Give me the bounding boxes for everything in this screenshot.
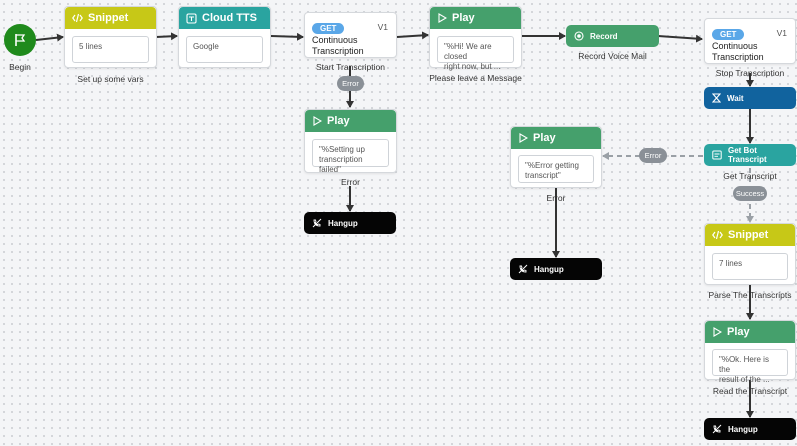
play-node-read-transcript[interactable]: Play "%Ok. Here is the result of the ... [704,320,796,384]
play-title: Play [327,115,350,127]
play-body-line-2: transcript" [525,171,561,180]
play-body-line-1: "%Hi! We are closed [444,42,492,61]
continuous-transcription-start-node[interactable]: GET V1 Continuous Transcription [304,12,397,58]
snippet-header: Snippet [705,224,795,246]
stop-transcription-caption: Stop Transcription [715,68,785,78]
title-line-1: Continuous [312,35,358,45]
wait-node[interactable]: Wait [704,87,796,109]
record-icon [574,31,584,41]
http-method-badge: GET [712,29,745,40]
get-bot-transcript-title: Get Bot Transcript [728,146,767,164]
transcript-icon [712,150,722,160]
node-title: Continuous Transcription [312,35,364,57]
hangup-icon [712,424,722,434]
play-header: Play [430,7,521,29]
play-title: Play [727,326,750,338]
edge-get1-play [396,31,429,40]
hangup-title: Hangup [534,264,564,274]
cloud-tts-title: Cloud TTS [202,12,257,24]
snippet-title: Snippet [728,229,769,241]
hangup-title: Hangup [328,218,358,228]
read-transcript-caption: Read the Transcript [712,386,788,396]
snippet-body: 7 lines [712,253,788,280]
edge-record-get2 [657,34,703,43]
edge-begin-snippet [35,33,64,42]
error-caption: Error [546,193,566,203]
success-badge: Success [733,186,767,201]
parse-caption: Parse The Transcripts [708,290,792,300]
error-badge: Error [639,148,667,163]
play-node-setup-error[interactable]: Play "%Setting up transcription failed" [304,109,397,174]
hangup-node[interactable]: Hangup [704,418,796,440]
play-body-line-1: "%Setting up [319,145,365,154]
play-header: Play [511,127,601,149]
flag-icon [15,34,26,46]
record-title: Record [590,31,618,41]
snippet-body: 5 lines [72,36,149,63]
hourglass-icon [712,93,721,103]
play-body-line-2: right now, but ... [444,62,501,71]
snippet-caption: Set up some vars [77,74,144,84]
record-caption: Record Voice Mail [578,51,647,61]
play-header: Play [705,321,795,343]
play-icon [518,133,528,143]
play-title: Play [533,132,556,144]
record-node[interactable]: Record [566,25,659,47]
code-icon [72,13,83,23]
play-body: "%Error getting transcript" [518,155,594,183]
play-icon [437,13,447,23]
play-body: "%Setting up transcription failed" [312,139,389,174]
play-caption: Please leave a Message [429,73,522,83]
tts-icon [186,12,197,24]
cloud-tts-node[interactable]: Cloud TTS Google [178,6,271,68]
hangup-node[interactable]: Hangup [304,212,396,234]
title-line-2: Transcription [712,52,764,62]
edge-snippet-tts [155,32,178,41]
snippet-node-setup[interactable]: Snippet 5 lines [64,6,157,68]
play-body-line-2: transcription failed" [319,155,363,174]
play-body-line-1: "%Error getting [525,161,579,170]
version-label: V1 [377,22,388,32]
http-method-badge: GET [312,23,345,34]
play-header: Play [305,110,396,132]
play-node-transcript-error[interactable]: Play "%Error getting transcript" [510,126,602,188]
title-line-1: Continuous [712,41,758,51]
code-icon [712,230,723,240]
hangup-node[interactable]: Hangup [510,258,602,280]
error-caption: Error [341,177,360,187]
edge-tts-get1 [270,32,304,41]
play-body-line-2: result of the ... [719,375,770,384]
wait-title: Wait [727,93,744,103]
hangup-title: Hangup [728,424,758,434]
cloud-tts-body: Google [186,36,263,63]
start-transcription-caption: Start Transcription [316,62,385,72]
play-body: "%Hi! We are closed right now, but ... [437,36,514,71]
begin-label: Begin [9,62,31,72]
get-transcript-caption: Get Transcript [723,171,777,181]
hangup-icon [518,264,528,274]
play-node-leave-message[interactable]: Play "%Hi! We are closed right now, but … [429,6,522,71]
get-bot-transcript-node[interactable]: Get Bot Transcript [704,144,796,166]
snippet-header: Snippet [65,7,156,29]
cloud-tts-header: Cloud TTS [179,7,270,29]
hangup-icon [312,218,322,228]
play-body-line-1: "%Ok. Here is the [719,355,769,374]
play-body: "%Ok. Here is the result of the ... [712,349,788,384]
continuous-transcription-stop-node[interactable]: GET V1 Continuous Transcription [704,18,796,64]
play-icon [312,116,322,126]
error-badge: Error [337,76,364,91]
snippet-title: Snippet [88,12,129,24]
version-label: V1 [776,28,787,38]
title-line-2: Transcription [312,46,364,56]
play-title: Play [452,12,475,24]
snippet-node-parse[interactable]: Snippet 7 lines [704,223,796,285]
begin-node[interactable] [4,24,36,56]
play-icon [712,327,722,337]
node-title: Continuous Transcription [712,41,764,63]
